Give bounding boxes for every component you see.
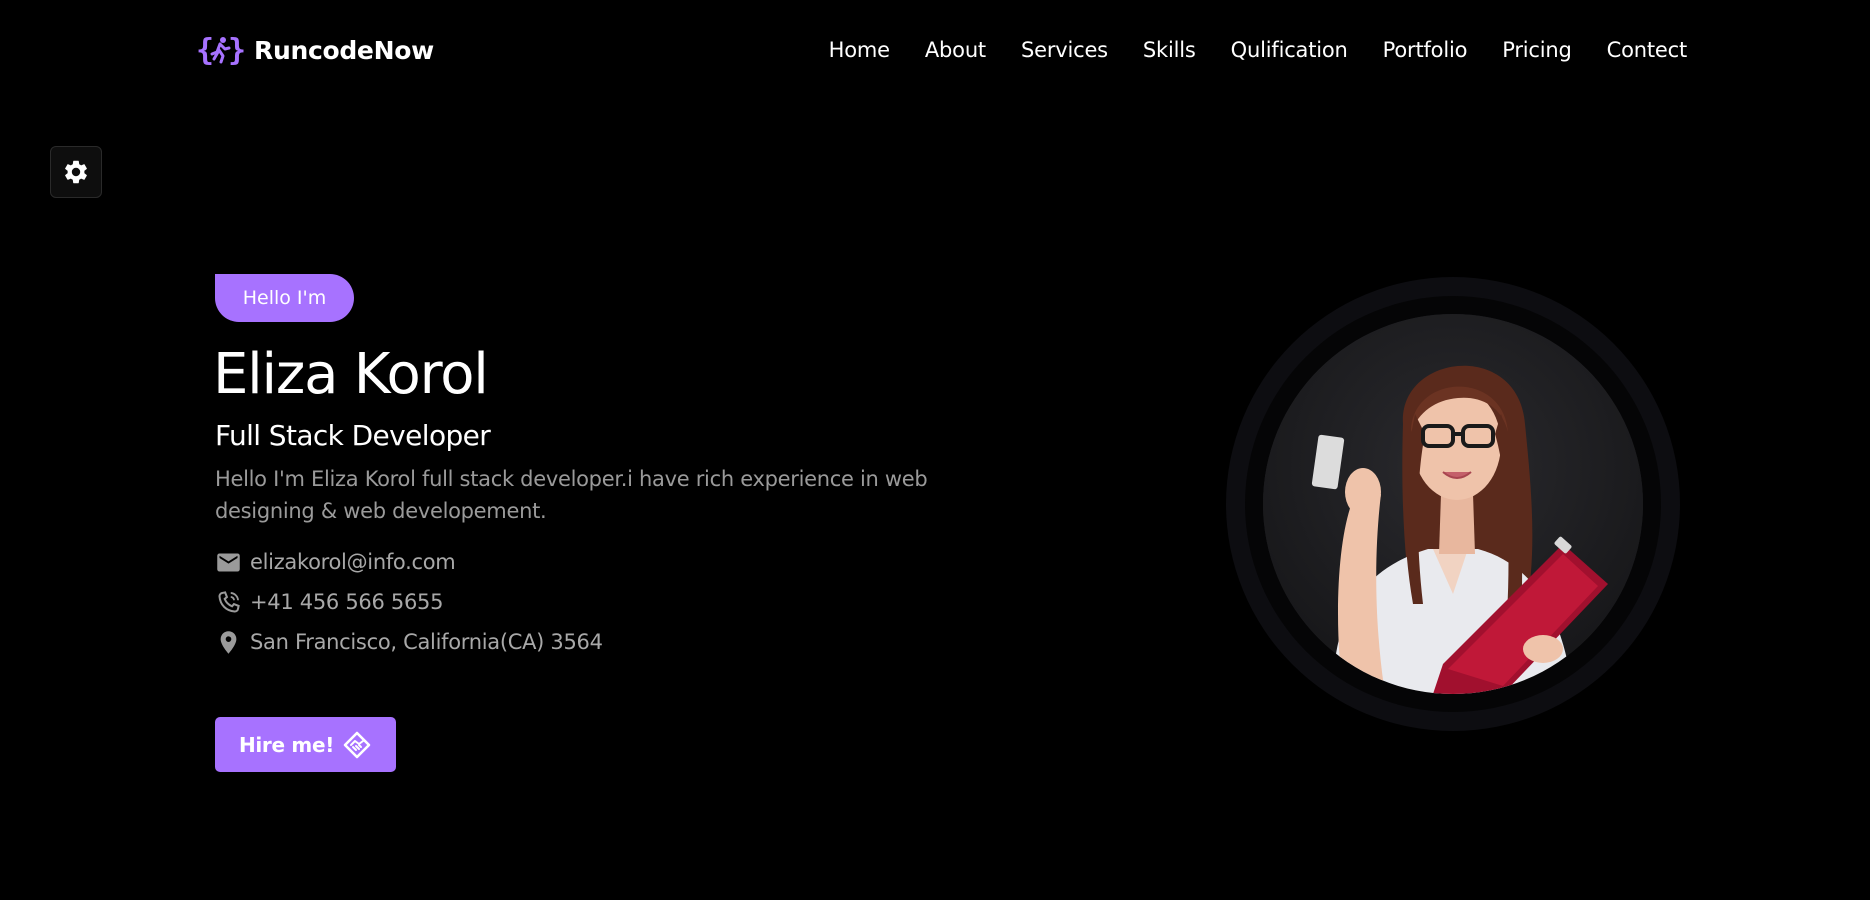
contact-email: elizakorol@info.com	[215, 548, 603, 576]
curly-brace-runner-icon: { }	[196, 33, 246, 68]
handshake-icon	[343, 731, 371, 758]
nav-services[interactable]: Services	[1021, 38, 1108, 62]
location-pin-icon	[220, 630, 237, 654]
contact-email-text[interactable]: elizakorol@info.com	[250, 550, 456, 574]
page: { } RuncodeNow Home About Services Skill…	[0, 0, 1870, 900]
email-icon	[217, 553, 240, 571]
gear-icon	[65, 160, 87, 184]
nav-home[interactable]: Home	[829, 38, 890, 62]
nav-skills[interactable]: Skills	[1143, 38, 1196, 62]
nav-contact[interactable]: Contect	[1607, 38, 1688, 62]
hero-description: Hello I'm Eliza Korol full stack develop…	[215, 467, 928, 523]
brand-name: RuncodeNow	[254, 35, 434, 65]
nav-about[interactable]: About	[925, 38, 986, 62]
hero-role: Full Stack Developer	[215, 419, 491, 452]
hire-me-button[interactable]: Hire me!	[215, 717, 396, 772]
profile-portrait	[1263, 314, 1643, 694]
contact-list: elizakorol@info.com +41 456 566 5655 San…	[215, 548, 603, 656]
hero-name: Eliza Korol	[213, 342, 489, 407]
nav-pricing[interactable]: Pricing	[1502, 38, 1572, 62]
phone-icon	[218, 590, 240, 613]
contact-location: San Francisco, California(CA) 3564	[215, 628, 603, 656]
settings-button[interactable]	[50, 146, 102, 198]
hire-me-label: Hire me!	[238, 732, 335, 757]
contact-phone-text[interactable]: +41 456 566 5655	[250, 590, 443, 614]
header: { } RuncodeNow Home About Services Skill…	[0, 0, 1870, 100]
nav-portfolio[interactable]: Portfolio	[1383, 38, 1468, 62]
svg-text:{: {	[196, 33, 214, 68]
greeting-badge: Hello I'm	[215, 274, 354, 322]
contact-phone: +41 456 566 5655	[215, 588, 603, 616]
nav-qualification[interactable]: Qulification	[1231, 38, 1348, 62]
contact-location-text: San Francisco, California(CA) 3564	[250, 630, 603, 654]
svg-text:}: }	[228, 33, 246, 68]
brand-logo-link[interactable]: { } RuncodeNow	[196, 32, 434, 68]
main-nav: Home About Services Skills Qulification …	[829, 34, 1688, 66]
